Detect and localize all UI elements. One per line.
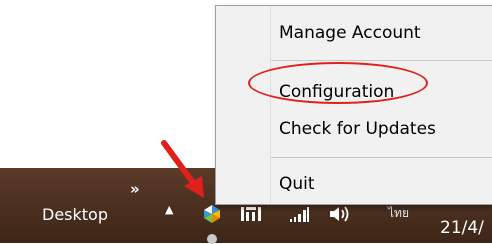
context-menu: Manage Account Configuration Check for U…: [215, 5, 492, 205]
clock-date[interactable]: 21/4/: [440, 218, 484, 238]
menu-item-quit[interactable]: Quit: [279, 174, 315, 194]
signal-icon[interactable]: [290, 206, 310, 222]
show-hidden-icons-button[interactable]: ▲: [165, 203, 173, 216]
menu-separator: [271, 60, 492, 61]
language-indicator[interactable]: ไทย: [388, 204, 409, 223]
toolbar-chevron-icon[interactable]: »: [130, 180, 140, 198]
desktop-toolbar-label[interactable]: Desktop: [42, 205, 108, 224]
highlight-circle-annotation: [248, 62, 428, 104]
app-tray-icon[interactable]: [202, 204, 222, 224]
red-arrow-annotation: [161, 140, 204, 198]
network-icon[interactable]: [240, 205, 262, 223]
menu-gutter: [270, 6, 271, 204]
volume-icon[interactable]: [328, 204, 354, 224]
menu-separator: [271, 157, 492, 158]
menu-item-check-for-updates[interactable]: Check for Updates: [279, 119, 436, 139]
menu-item-manage-account[interactable]: Manage Account: [279, 23, 421, 43]
